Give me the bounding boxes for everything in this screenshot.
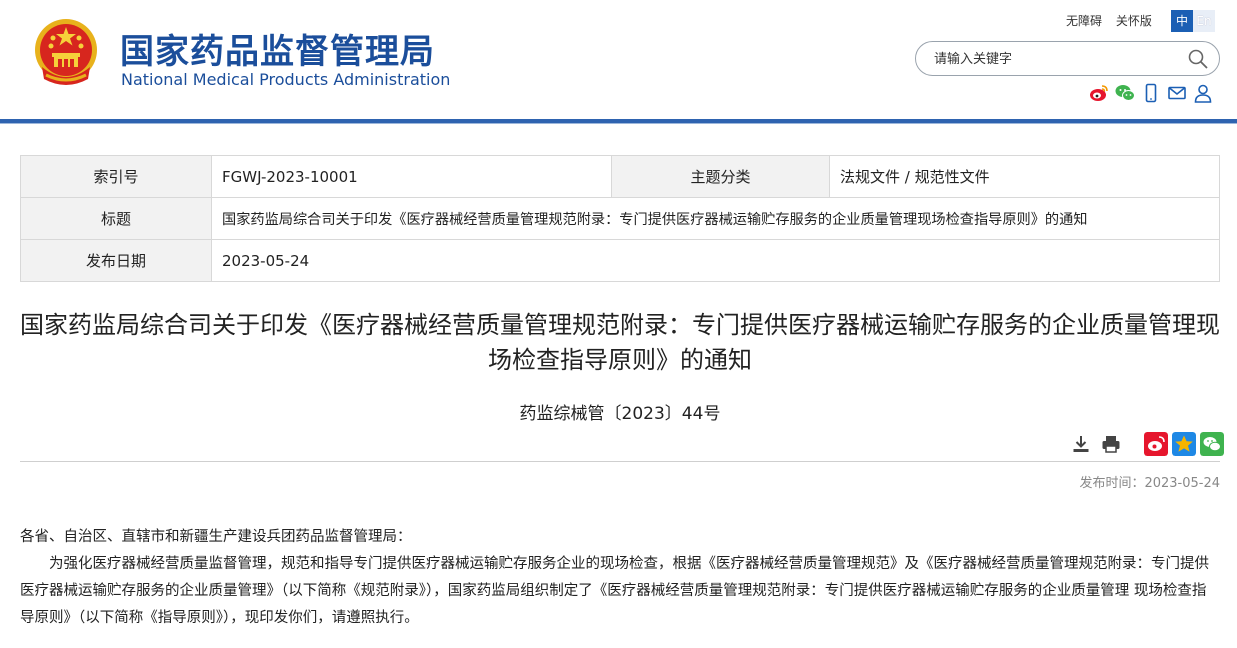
lang-chinese-button[interactable]: 中: [1171, 10, 1193, 32]
share-weibo-icon[interactable]: [1144, 432, 1168, 456]
category-label: 主题分类: [611, 155, 830, 198]
title-label: 标题: [20, 197, 212, 240]
index-value: FGWJ-2023-10001: [211, 155, 612, 198]
date-label: 发布日期: [20, 239, 212, 282]
lang-english-button[interactable]: En: [1193, 10, 1215, 32]
share-wechat-icon[interactable]: [1200, 432, 1224, 456]
header-divider-line: [0, 123, 1237, 124]
language-switcher: 中 En: [1171, 10, 1215, 32]
site-title-english[interactable]: National Medical Products Administration: [121, 70, 450, 89]
site-header: 国家药品监督管理局 National Medical Products Admi…: [0, 0, 1237, 120]
publish-time: 发布时间：2023-05-24: [1079, 476, 1220, 491]
national-emblem-logo[interactable]: [32, 17, 100, 87]
user-icon[interactable]: [1192, 82, 1214, 104]
care-mode-link[interactable]: 关怀版: [1116, 14, 1152, 28]
site-title-chinese[interactable]: 国家药品监督管理局: [120, 24, 435, 73]
date-value: 2023-05-24: [211, 239, 1220, 282]
category-value: 法规文件 / 规范性文件: [829, 155, 1220, 198]
document-info-table: 索引号 FGWJ-2023-10001 主题分类 法规文件 / 规范性文件 标题…: [20, 155, 1220, 282]
article-paragraph: 为强化医疗器械经营质量监督管理，规范和指导专门提供医疗器械运输贮存服务企业的现场…: [20, 556, 1209, 626]
print-icon[interactable]: [1100, 433, 1122, 455]
document-number: 药监综械管〔2023〕44号: [519, 404, 721, 424]
mail-icon[interactable]: [1166, 82, 1188, 104]
search-icon[interactable]: [1187, 48, 1209, 70]
article-tools: [1070, 432, 1224, 456]
weibo-icon[interactable]: [1088, 82, 1110, 104]
top-utility-links: 无障碍 关怀版: [1066, 12, 1162, 29]
accessibility-link[interactable]: 无障碍: [1066, 14, 1102, 28]
index-label: 索引号: [20, 155, 212, 198]
social-links: [1088, 82, 1214, 104]
table-row: 索引号 FGWJ-2023-10001 主题分类 法规文件 / 规范性文件: [20, 155, 1220, 198]
table-row: 标题 国家药监局综合司关于印发《医疗器械经营质量管理规范附录：专门提供医疗器械运…: [20, 197, 1220, 240]
share-qzone-icon[interactable]: [1172, 432, 1196, 456]
download-icon[interactable]: [1070, 433, 1092, 455]
article-title: 国家药监局综合司关于印发《医疗器械经营质量管理规范附录：专门提供医疗器械运输贮存…: [20, 311, 1220, 374]
article-salutation: 各省、自治区、直辖市和新疆生产建设兵团药品监督管理局：: [20, 529, 412, 545]
article-divider: [20, 461, 1220, 462]
mobile-icon[interactable]: [1140, 82, 1162, 104]
wechat-icon[interactable]: [1114, 82, 1136, 104]
search-input[interactable]: [934, 49, 1174, 69]
search-box: [915, 41, 1220, 76]
title-value: 国家药监局综合司关于印发《医疗器械经营质量管理规范附录：专门提供医疗器械运输贮存…: [211, 197, 1220, 240]
article-body: 各省、自治区、直辖市和新疆生产建设兵团药品监督管理局： 为强化医疗器械经营质量监…: [20, 524, 1220, 632]
table-row: 发布日期 2023-05-24: [20, 239, 1220, 282]
